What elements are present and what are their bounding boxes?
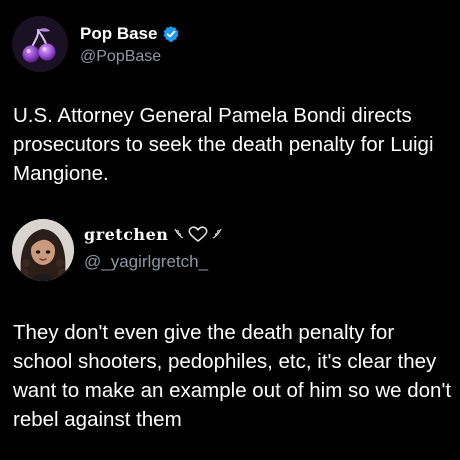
display-name-row: Pop Base — [80, 23, 180, 45]
popbase-name-block: Pop Base @PopBase — [80, 23, 180, 66]
tweet-body: They don't even give the death penalty f… — [13, 321, 452, 431]
verified-badge-icon — [162, 25, 180, 43]
display-name[interactable]: Pop Base — [80, 24, 157, 44]
display-name-row: gretchen — [84, 223, 223, 245]
tweet-body: U.S. Attorney General Pamela Bondi direc… — [13, 104, 434, 185]
cherries-icon — [12, 16, 68, 72]
display-name[interactable]: gretchen — [84, 225, 168, 244]
handle[interactable]: @PopBase — [80, 48, 180, 66]
gretchen-avatar[interactable] — [12, 219, 74, 281]
handle[interactable]: @_yagirlgretch_ — [84, 252, 223, 272]
gretchen-name-block: gretchen @_yagirlgretch_ — [84, 223, 223, 272]
popbase-avatar[interactable] — [12, 16, 68, 72]
heart-with-leaves-icon — [173, 225, 223, 243]
illustrated-portrait-avatar — [12, 219, 74, 281]
